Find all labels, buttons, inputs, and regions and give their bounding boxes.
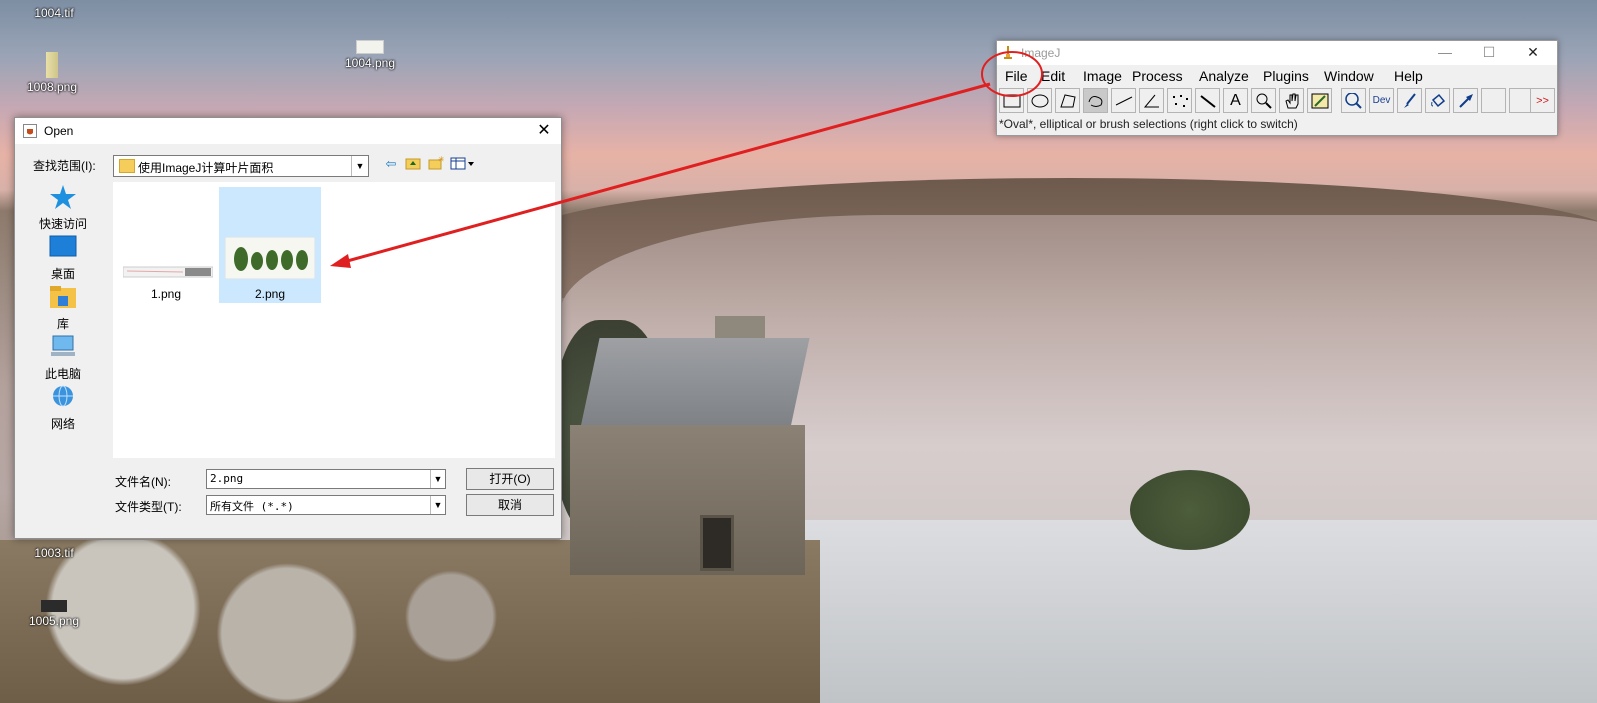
file-item-selected[interactable]: 2.png xyxy=(219,187,321,303)
desktop-file-label: 1005.png xyxy=(28,614,80,628)
place-libraries[interactable]: 库 xyxy=(21,284,105,332)
imagej-titlebar[interactable]: ImageJ — ☐ ✕ xyxy=(997,41,1557,65)
desktop-file-icon[interactable]: 1005.png xyxy=(14,600,94,628)
color-picker-icon[interactable] xyxy=(1307,88,1332,113)
dialog-title: Open xyxy=(44,124,74,138)
arrow-tool-icon[interactable] xyxy=(1453,88,1478,113)
desktop-file-label: 1003.tif xyxy=(34,546,74,560)
menu-window[interactable]: Window xyxy=(1324,68,1374,84)
menu-edit[interactable]: Edit xyxy=(1041,68,1065,84)
look-in-dropdown[interactable]: 使用ImageJ计算叶片面积 ▼ xyxy=(113,155,369,177)
imagej-toolbar: A Dev >> xyxy=(999,88,1555,114)
imagej-title: ImageJ xyxy=(1021,46,1061,60)
new-folder-icon[interactable]: ✳ xyxy=(426,155,446,174)
folder-icon xyxy=(119,159,135,173)
desktop-file-label: 1004.png xyxy=(344,56,396,70)
text-tool-icon[interactable]: A xyxy=(1223,88,1248,113)
desktop-file-icon[interactable]: 1008.png xyxy=(12,52,92,94)
polygon-tool-icon[interactable] xyxy=(1055,88,1080,113)
place-label: 快速访问 xyxy=(38,217,87,231)
place-quick-access[interactable]: 快速访问 xyxy=(21,184,105,232)
imagej-status-bar: *Oval*, elliptical or brush selections (… xyxy=(999,117,1298,131)
rectangle-tool-icon[interactable] xyxy=(999,88,1024,113)
freehand-tool-icon[interactable] xyxy=(1083,88,1108,113)
filetype-dropdown[interactable]: 所有文件 (*.*) ▼ xyxy=(206,495,446,515)
network-globe-icon xyxy=(53,385,73,407)
image-file-icon xyxy=(356,40,384,54)
view-menu-icon[interactable] xyxy=(449,156,479,174)
menu-plugins[interactable]: Plugins xyxy=(1263,68,1309,84)
desktop-file-icon[interactable]: 1004.tif xyxy=(14,6,94,20)
imagej-window: ImageJ — ☐ ✕ File Edit Image Process Ana… xyxy=(996,40,1558,136)
hand-tool-icon[interactable] xyxy=(1279,88,1304,113)
filename-label: 文件名(N): xyxy=(115,475,171,489)
zoom-icon[interactable] xyxy=(1341,88,1366,113)
empty-tool-slot xyxy=(1481,88,1506,113)
menu-process[interactable]: Process xyxy=(1132,68,1183,84)
brush-icon[interactable] xyxy=(1397,88,1422,113)
background-tree-right xyxy=(1130,470,1250,550)
magnifier-tool-icon[interactable] xyxy=(1251,88,1276,113)
menu-file[interactable]: File xyxy=(1005,68,1028,84)
line-tool-icon[interactable] xyxy=(1111,88,1136,113)
dialog-titlebar[interactable]: Open ✕ xyxy=(15,118,561,144)
filename-value: 2.png xyxy=(210,472,244,485)
more-tools-button[interactable]: >> xyxy=(1530,88,1555,113)
developer-menu-icon[interactable]: Dev xyxy=(1369,88,1394,113)
open-dialog: Open ✕ 查找范围(I): 使用ImageJ计算叶片面积 ▼ ⇦ ✳ 快速访… xyxy=(14,117,562,539)
place-label: 桌面 xyxy=(50,267,75,281)
place-desktop[interactable]: 桌面 xyxy=(21,234,105,282)
image-thumbnail xyxy=(123,266,213,278)
multipoint-tool-icon[interactable] xyxy=(1167,88,1192,113)
file-item[interactable]: 1.png xyxy=(115,187,217,303)
desktop-file-label: 1008.png xyxy=(26,80,78,94)
angle-tool-icon[interactable] xyxy=(1139,88,1164,113)
image-file-icon xyxy=(41,600,67,612)
library-folder-icon xyxy=(50,286,76,308)
flood-fill-icon[interactable] xyxy=(1425,88,1450,113)
chevron-down-icon[interactable]: ▼ xyxy=(430,470,445,488)
filetype-value: 所有文件 (*.*) xyxy=(210,500,294,513)
chevron-down-icon[interactable]: ▼ xyxy=(430,496,445,514)
minimize-button[interactable]: — xyxy=(1425,44,1465,62)
menu-help[interactable]: Help xyxy=(1394,68,1423,84)
desktop-icon xyxy=(49,235,77,257)
place-label: 网络 xyxy=(50,417,75,431)
imagej-menubar: File Edit Image Process Analyze Plugins … xyxy=(997,65,1557,87)
java-cup-icon xyxy=(23,124,37,138)
desktop-file-icon[interactable]: 1003.tif xyxy=(14,546,94,560)
svg-text:✳: ✳ xyxy=(438,156,444,164)
place-label: 库 xyxy=(56,317,69,331)
menu-analyze[interactable]: Analyze xyxy=(1199,68,1249,84)
microscope-icon xyxy=(1004,46,1012,59)
up-folder-icon[interactable] xyxy=(403,156,423,174)
menu-image[interactable]: Image xyxy=(1083,68,1122,84)
chevron-down-icon[interactable]: ▼ xyxy=(351,156,368,176)
filename-field[interactable]: 2.png ▼ xyxy=(206,469,446,489)
wand-tool-icon[interactable] xyxy=(1195,88,1220,113)
file-list: 1.png 2.png xyxy=(113,182,555,458)
maximize-button[interactable]: ☐ xyxy=(1469,44,1509,62)
close-button[interactable]: ✕ xyxy=(1513,44,1553,62)
cancel-button[interactable]: 取消 xyxy=(466,494,554,516)
look-in-value: 使用ImageJ计算叶片面积 xyxy=(138,161,274,175)
image-file-icon xyxy=(46,52,58,78)
place-this-pc[interactable]: 此电脑 xyxy=(21,334,105,382)
image-thumbnail xyxy=(225,237,315,279)
file-name: 1.png xyxy=(150,287,182,301)
place-label: 此电脑 xyxy=(44,367,81,381)
star-icon xyxy=(50,185,76,209)
filetype-label: 文件类型(T): xyxy=(115,500,182,514)
file-name: 2.png xyxy=(254,287,286,301)
oval-tool-icon[interactable] xyxy=(1027,88,1052,113)
back-arrow-icon[interactable]: ⇦ xyxy=(381,156,401,174)
background-cottage xyxy=(560,316,810,575)
desktop-file-icon[interactable]: 1004.png xyxy=(330,40,410,70)
look-in-label: 查找范围(I): xyxy=(33,159,96,173)
desktop-file-label: 1004.tif xyxy=(34,6,74,20)
place-network[interactable]: 网络 xyxy=(21,384,105,432)
open-button[interactable]: 打开(O) xyxy=(466,468,554,490)
computer-icon xyxy=(51,335,75,356)
dialog-close-button[interactable]: ✕ xyxy=(533,120,555,142)
